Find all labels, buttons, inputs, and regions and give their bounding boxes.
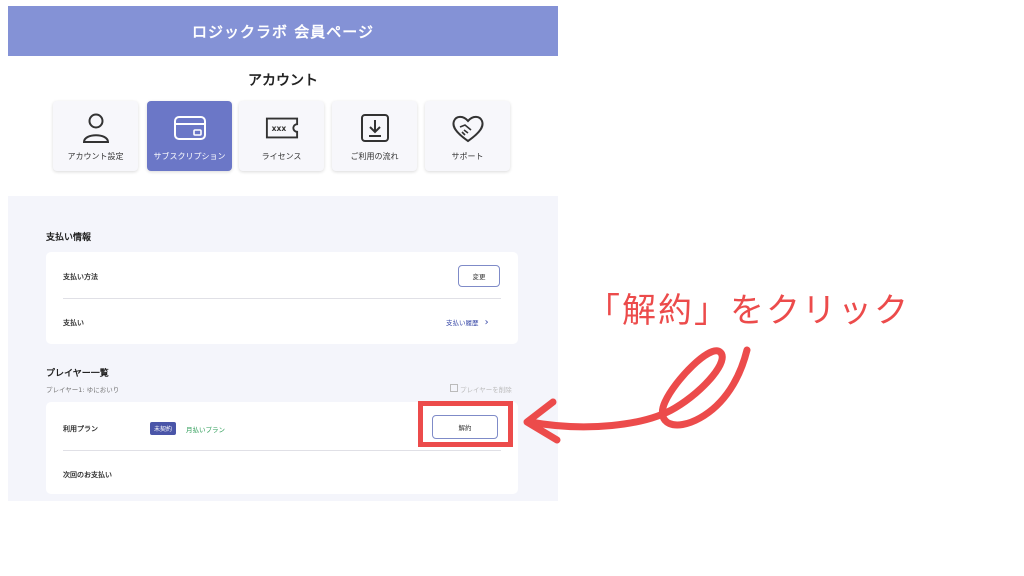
payment-method-label: 支払い方法	[63, 273, 98, 281]
tile-account-settings[interactable]: アカウント設定	[53, 101, 138, 171]
cancel-highlight-box	[418, 401, 513, 447]
divider	[63, 298, 501, 299]
remove-player-link[interactable]: プレイヤーを削除	[450, 384, 512, 394]
payment-heading: 支払い情報	[46, 233, 92, 243]
license-ticket-icon: xxx	[265, 111, 299, 145]
tile-license[interactable]: xxx ライセンス	[239, 101, 324, 171]
players-heading: プレイヤー一覧	[46, 369, 109, 379]
change-button[interactable]: 変更	[458, 265, 500, 287]
tile-label: サブスクリプション	[153, 151, 226, 161]
payment-history-link[interactable]: 支払い履歴 ›	[446, 317, 489, 328]
tile-label: アカウント設定	[67, 151, 124, 161]
page-title: ロジックラボ 会員ページ	[192, 22, 374, 41]
tile-usage-flow[interactable]: ご利用の流れ	[332, 101, 417, 171]
divider	[63, 450, 501, 451]
trash-icon	[450, 384, 458, 392]
status-badge: 未契約	[150, 422, 177, 435]
next-payment-label: 次回のお支払い	[63, 471, 112, 479]
player-name-label: プレイヤー1: ゆにおいり	[46, 386, 120, 394]
page-header: ロジックラボ 会員ページ	[8, 6, 558, 56]
plan-name: 月払いプラン	[186, 426, 225, 434]
tile-support[interactable]: サポート	[425, 101, 510, 171]
payment-history-text: 支払い履歴	[446, 319, 479, 327]
svg-text:xxx: xxx	[271, 123, 286, 132]
download-icon	[358, 111, 392, 145]
account-title: アカウント	[248, 73, 318, 89]
remove-player-text: プレイヤーを削除	[460, 386, 512, 394]
handshake-heart-icon	[451, 111, 485, 145]
subscription-panel: 支払い情報 支払い方法 変更 支払い 支払い履歴 › プレイヤー一覧 プレイヤー…	[8, 196, 558, 501]
tile-label: ライセンス	[261, 151, 302, 161]
credit-card-icon	[173, 111, 207, 145]
annotation-arrow-icon	[523, 346, 751, 444]
tile-label: サポート	[451, 151, 484, 161]
payment-label: 支払い	[63, 319, 84, 327]
plan-label: 利用プラン	[63, 425, 98, 433]
payment-card: 支払い方法 変更 支払い 支払い履歴 ›	[46, 252, 518, 344]
annotation-callout: 「解約」をクリック	[586, 291, 910, 331]
tile-subscription[interactable]: サブスクリプション	[147, 101, 232, 171]
user-icon	[79, 111, 113, 145]
chevron-right-icon: ›	[484, 317, 489, 328]
tile-label: ご利用の流れ	[350, 151, 399, 161]
